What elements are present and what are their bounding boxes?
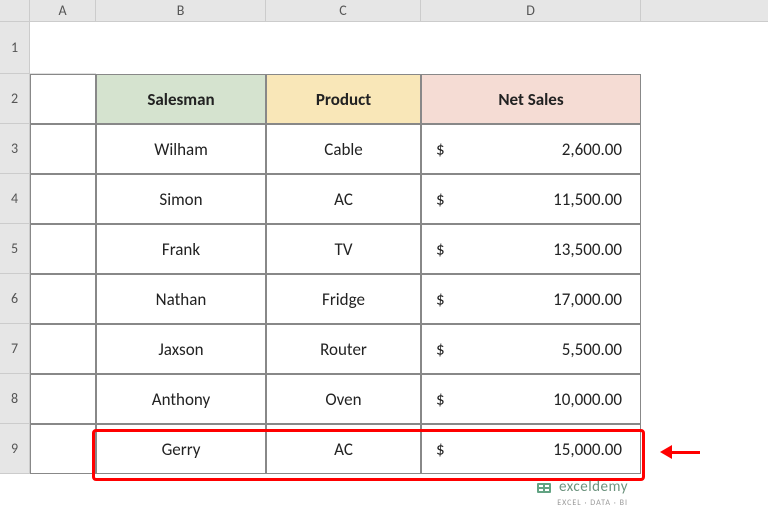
row-header[interactable]: 3	[0, 124, 30, 174]
row-header[interactable]: 9	[0, 424, 30, 474]
cell-product[interactable]: TV	[266, 224, 421, 274]
cell-A1[interactable]	[30, 22, 96, 74]
cell-netsales[interactable]: $ 17,000.00	[421, 274, 641, 324]
currency-symbol: $	[436, 389, 445, 410]
table-row: 3 Wilham Cable $ 2,600.00	[0, 124, 768, 174]
amount-value: 11,500.00	[553, 189, 622, 210]
cell-salesman[interactable]: Frank	[96, 224, 266, 274]
cell-netsales[interactable]: $ 15,000.00	[421, 424, 641, 474]
header-product[interactable]: Product	[266, 74, 421, 124]
table-row: 8 Anthony Oven $ 10,000.00	[0, 374, 768, 424]
row-header[interactable]: 2	[0, 74, 30, 124]
cell-blank[interactable]	[30, 424, 96, 474]
row-header[interactable]: 1	[0, 22, 30, 74]
cell-product[interactable]: Cable	[266, 124, 421, 174]
cell-blank[interactable]	[30, 274, 96, 324]
row-header[interactable]: 5	[0, 224, 30, 274]
row-header[interactable]: 7	[0, 324, 30, 374]
col-header-D[interactable]: D	[421, 0, 641, 21]
arrow-head-icon	[660, 445, 672, 459]
cell-netsales[interactable]: $ 13,500.00	[421, 224, 641, 274]
cell-salesman[interactable]: Wilham	[96, 124, 266, 174]
watermark-icon	[535, 478, 553, 496]
cell-salesman[interactable]: Jaxson	[96, 324, 266, 374]
table-row: 4 Simon AC $ 11,500.00	[0, 174, 768, 224]
row-1: 1	[0, 22, 768, 74]
watermark-tagline: EXCEL · DATA · BI	[557, 498, 628, 508]
cell-netsales[interactable]: $ 2,600.00	[421, 124, 641, 174]
cell-netsales[interactable]: $ 10,000.00	[421, 374, 641, 424]
cell-netsales[interactable]: $ 5,500.00	[421, 324, 641, 374]
row-header[interactable]: 8	[0, 374, 30, 424]
cell-salesman[interactable]: Nathan	[96, 274, 266, 324]
amount-value: 2,600.00	[562, 139, 622, 160]
col-header-C[interactable]: C	[266, 0, 421, 21]
select-all-corner[interactable]	[0, 0, 30, 21]
table-row-highlighted: 9 Gerry AC $ 15,000.00	[0, 424, 768, 474]
cell-salesman[interactable]: Simon	[96, 174, 266, 224]
header-netsales[interactable]: Net Sales	[421, 74, 641, 124]
cell-product[interactable]: AC	[266, 174, 421, 224]
currency-symbol: $	[436, 239, 445, 260]
arrow-annotation	[660, 445, 700, 459]
cell-blank[interactable]	[30, 374, 96, 424]
table-row: 7 Jaxson Router $ 5,500.00	[0, 324, 768, 374]
cell-C1[interactable]	[266, 22, 421, 74]
amount-value: 17,000.00	[553, 289, 622, 310]
watermark: exceldemy	[535, 478, 628, 496]
col-header-B[interactable]: B	[96, 0, 266, 21]
header-salesman[interactable]: Salesman	[96, 74, 266, 124]
cell-D1[interactable]	[421, 22, 641, 74]
amount-value: 13,500.00	[553, 239, 622, 260]
amount-value: 15,000.00	[553, 439, 622, 460]
currency-symbol: $	[436, 289, 445, 310]
cell-blank[interactable]	[30, 174, 96, 224]
table-row: 6 Nathan Fridge $ 17,000.00	[0, 274, 768, 324]
table-header-row: 2 Salesman Product Net Sales	[0, 74, 768, 124]
col-header-A[interactable]: A	[30, 0, 96, 21]
cell-blank[interactable]	[30, 224, 96, 274]
currency-symbol: $	[436, 439, 445, 460]
currency-symbol: $	[436, 189, 445, 210]
amount-value: 5,500.00	[562, 339, 622, 360]
amount-value: 10,000.00	[553, 389, 622, 410]
spreadsheet-grid: A B C D 1 2 Salesman Product Net Sales 3…	[0, 0, 768, 516]
row-header[interactable]: 6	[0, 274, 30, 324]
cell-blank[interactable]	[30, 124, 96, 174]
watermark-brand: exceldemy	[559, 478, 628, 496]
cell-salesman[interactable]: Gerry	[96, 424, 266, 474]
cell-A2[interactable]	[30, 74, 96, 124]
cell-product[interactable]: Fridge	[266, 274, 421, 324]
arrow-line	[672, 451, 700, 454]
cell-B1[interactable]	[96, 22, 266, 74]
column-headers: A B C D	[0, 0, 768, 22]
row-header[interactable]: 4	[0, 174, 30, 224]
cell-salesman[interactable]: Anthony	[96, 374, 266, 424]
cell-product[interactable]: Oven	[266, 374, 421, 424]
cell-product[interactable]: Router	[266, 324, 421, 374]
cell-product[interactable]: AC	[266, 424, 421, 474]
table-row: 5 Frank TV $ 13,500.00	[0, 224, 768, 274]
cell-blank[interactable]	[30, 324, 96, 374]
currency-symbol: $	[436, 139, 445, 160]
cell-netsales[interactable]: $ 11,500.00	[421, 174, 641, 224]
currency-symbol: $	[436, 339, 445, 360]
